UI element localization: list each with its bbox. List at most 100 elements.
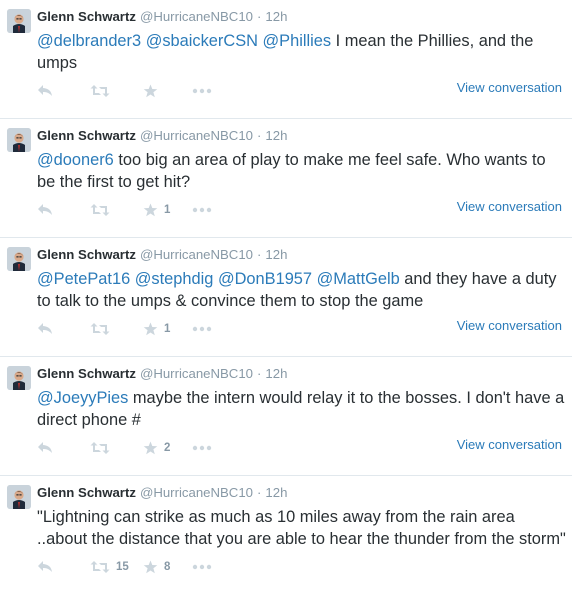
favorite-count: 2 bbox=[164, 442, 171, 454]
timestamp[interactable]: 12h bbox=[265, 9, 287, 24]
favorite-button[interactable]: 8 bbox=[143, 558, 170, 576]
view-conversation-link[interactable]: View conversation bbox=[457, 199, 562, 214]
retweet-button[interactable] bbox=[90, 201, 110, 219]
separator: · bbox=[257, 485, 262, 500]
author-handle[interactable]: @HurricaneNBC10 bbox=[140, 9, 253, 24]
more-icon bbox=[192, 564, 212, 570]
tweet[interactable]: Glenn Schwartz @HurricaneNBC10 · 12h @Joeyy… bbox=[0, 357, 572, 476]
tweet-text: "Lightning can strike as much as 10 mile… bbox=[37, 506, 567, 550]
tweet-text-segment: "Lightning can strike as much as 10 mile… bbox=[37, 508, 566, 548]
separator: · bbox=[257, 366, 262, 381]
tweet-text: @delbrander3 @sbaickerCSN @Phillies I me… bbox=[37, 30, 567, 74]
retweet-button[interactable]: 15 bbox=[90, 558, 129, 576]
timestamp[interactable]: 12h bbox=[265, 128, 287, 143]
avatar[interactable] bbox=[7, 247, 31, 271]
reply-icon bbox=[38, 323, 52, 334]
star-icon bbox=[143, 560, 158, 574]
mention-link[interactable]: @sbaickerCSN bbox=[146, 32, 258, 50]
favorite-count: 1 bbox=[164, 323, 171, 335]
tweet-actions: 15 8 bbox=[37, 558, 567, 576]
avatar[interactable] bbox=[7, 366, 31, 390]
view-conversation-link[interactable]: View conversation bbox=[457, 437, 562, 452]
tweet[interactable]: Glenn Schwartz @HurricaneNBC10 · 12h @doone… bbox=[0, 119, 572, 238]
view-conversation-link[interactable]: View conversation bbox=[457, 318, 562, 333]
retweet-count: 15 bbox=[116, 561, 129, 573]
favorite-count: 1 bbox=[164, 204, 171, 216]
mention-link[interactable]: @MattGelb bbox=[317, 270, 400, 288]
mention-link[interactable]: @stephdig bbox=[135, 270, 214, 288]
more-button[interactable] bbox=[192, 558, 212, 576]
retweet-icon bbox=[90, 561, 110, 573]
retweet-button[interactable] bbox=[90, 439, 110, 457]
separator: · bbox=[257, 247, 262, 262]
more-button[interactable] bbox=[192, 82, 212, 100]
author-handle[interactable]: @HurricaneNBC10 bbox=[140, 247, 253, 262]
more-button[interactable] bbox=[192, 439, 212, 457]
separator: · bbox=[257, 9, 262, 24]
more-icon bbox=[192, 445, 212, 451]
author-handle[interactable]: @HurricaneNBC10 bbox=[140, 128, 253, 143]
reply-icon bbox=[38, 442, 52, 453]
avatar[interactable] bbox=[7, 485, 31, 509]
avatar[interactable] bbox=[7, 128, 31, 152]
avatar-photo-icon bbox=[7, 9, 31, 33]
avatar[interactable] bbox=[7, 9, 31, 33]
tweet-header: Glenn Schwartz @HurricaneNBC10 · 12h bbox=[37, 8, 287, 26]
mention-link[interactable]: @PetePat16 bbox=[37, 270, 130, 288]
author-handle[interactable]: @HurricaneNBC10 bbox=[140, 485, 253, 500]
tweet[interactable]: Glenn Schwartz @HurricaneNBC10 · 12h "Light… bbox=[0, 476, 572, 607]
reply-icon bbox=[38, 85, 52, 96]
tweet-text-segment: too big an area of play to make me feel … bbox=[37, 151, 546, 191]
timestamp[interactable]: 12h bbox=[265, 485, 287, 500]
more-icon bbox=[192, 88, 212, 94]
author-name[interactable]: Glenn Schwartz bbox=[37, 9, 136, 24]
retweet-icon bbox=[90, 85, 110, 97]
favorite-button[interactable]: 1 bbox=[143, 320, 170, 338]
tweet-header: Glenn Schwartz @HurricaneNBC10 · 12h bbox=[37, 365, 287, 383]
reply-button[interactable] bbox=[37, 320, 53, 338]
author-name[interactable]: Glenn Schwartz bbox=[37, 366, 136, 381]
tweet-text: @dooner6 too big an area of play to make… bbox=[37, 149, 567, 193]
tweet[interactable]: Glenn Schwartz @HurricaneNBC10 · 12h @delbr… bbox=[0, 0, 572, 119]
author-name[interactable]: Glenn Schwartz bbox=[37, 128, 136, 143]
author-handle[interactable]: @HurricaneNBC10 bbox=[140, 366, 253, 381]
reply-button[interactable] bbox=[37, 201, 53, 219]
favorite-button[interactable]: 1 bbox=[143, 201, 170, 219]
reply-button[interactable] bbox=[37, 558, 53, 576]
retweet-icon bbox=[90, 204, 110, 216]
mention-link[interactable]: @delbrander3 bbox=[37, 32, 141, 50]
favorite-button[interactable]: 2 bbox=[143, 439, 170, 457]
star-icon bbox=[143, 203, 158, 217]
more-icon bbox=[192, 207, 212, 213]
mention-link[interactable]: @Phillies bbox=[263, 32, 332, 50]
tweet-feed: Glenn Schwartz @HurricaneNBC10 · 12h @delbr… bbox=[0, 0, 572, 607]
separator: · bbox=[257, 128, 262, 143]
retweet-button[interactable] bbox=[90, 320, 110, 338]
timestamp[interactable]: 12h bbox=[265, 366, 287, 381]
more-button[interactable] bbox=[192, 320, 212, 338]
avatar-photo-icon bbox=[7, 366, 31, 390]
reply-button[interactable] bbox=[37, 82, 53, 100]
star-icon bbox=[143, 322, 158, 336]
retweet-button[interactable] bbox=[90, 82, 110, 100]
more-button[interactable] bbox=[192, 201, 212, 219]
author-name[interactable]: Glenn Schwartz bbox=[37, 485, 136, 500]
avatar-photo-icon bbox=[7, 128, 31, 152]
retweet-icon bbox=[90, 323, 110, 335]
reply-button[interactable] bbox=[37, 439, 53, 457]
view-conversation-link[interactable]: View conversation bbox=[457, 80, 562, 95]
tweet-text: @JoeyyPies maybe the intern would relay … bbox=[37, 387, 567, 431]
mention-link[interactable]: @DonB1957 bbox=[218, 270, 312, 288]
tweet-text: @PetePat16 @stephdig @DonB1957 @MattGelb… bbox=[37, 268, 567, 312]
tweet[interactable]: Glenn Schwartz @HurricaneNBC10 · 12h @PeteP… bbox=[0, 238, 572, 357]
reply-icon bbox=[38, 561, 52, 572]
favorite-count: 8 bbox=[164, 561, 171, 573]
mention-link[interactable]: @dooner6 bbox=[37, 151, 114, 169]
favorite-button[interactable] bbox=[143, 82, 158, 100]
tweet-header: Glenn Schwartz @HurricaneNBC10 · 12h bbox=[37, 246, 287, 264]
star-icon bbox=[143, 84, 158, 98]
star-icon bbox=[143, 441, 158, 455]
timestamp[interactable]: 12h bbox=[265, 247, 287, 262]
mention-link[interactable]: @JoeyyPies bbox=[37, 389, 128, 407]
author-name[interactable]: Glenn Schwartz bbox=[37, 247, 136, 262]
